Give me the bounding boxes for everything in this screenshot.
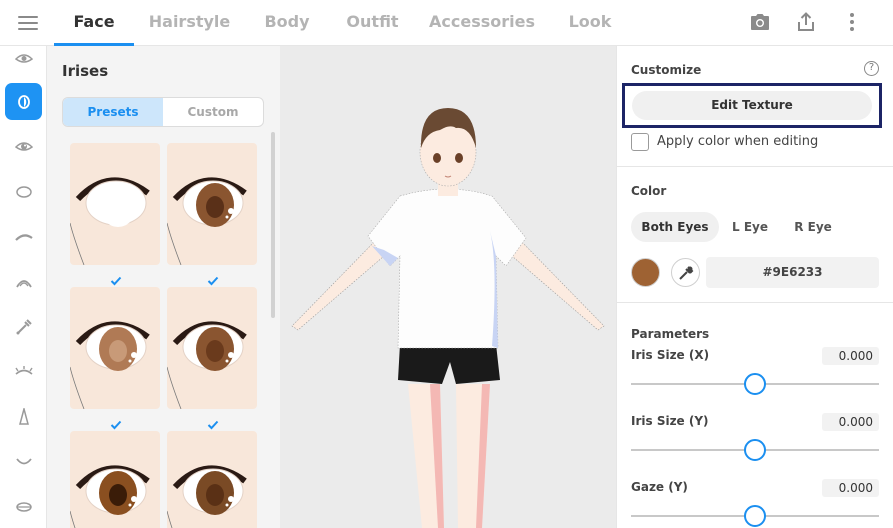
edit-texture-highlight: Edit Texture	[622, 83, 882, 128]
iris-preview	[167, 465, 247, 528]
mouth-icon[interactable]	[5, 443, 42, 480]
parameter-label: Iris Size (Y)	[631, 414, 709, 428]
divider	[617, 302, 893, 303]
parameter-label: Iris Size (X)	[631, 348, 710, 362]
edit-texture-button[interactable]: Edit Texture	[632, 91, 872, 120]
iris-preset-thumbnail[interactable]	[167, 431, 257, 528]
tab-body[interactable]: Body	[245, 0, 329, 46]
eyedropper-icon[interactable]	[671, 258, 700, 287]
apply-color-label: Apply color when editing	[657, 134, 819, 149]
apply-color-checkbox[interactable]	[631, 133, 649, 151]
eyelash-icon[interactable]	[5, 263, 42, 300]
face-shape-icon[interactable]	[5, 173, 42, 210]
tab-face[interactable]: Face	[54, 0, 134, 46]
parameter-label: Gaze (Y)	[631, 480, 688, 494]
slider-knob[interactable]	[744, 505, 766, 527]
selected-check-icon	[110, 415, 122, 430]
top-actions	[749, 10, 863, 34]
tab-accessories[interactable]: Accessories	[416, 0, 548, 46]
slider-knob[interactable]	[744, 439, 766, 461]
parameter-value-field[interactable]: 0.000	[822, 479, 879, 497]
slider-knob[interactable]	[744, 373, 766, 395]
hex-color-field[interactable]: #9E6233	[706, 257, 879, 288]
selected-check-icon	[207, 415, 219, 430]
preset-custom-toggle: Presets Custom	[62, 97, 264, 127]
irises-panel: Irises Presets Custom	[47, 46, 280, 528]
divider	[617, 166, 893, 167]
tab-look[interactable]: Look	[548, 0, 632, 46]
both-eyes-tab[interactable]: Both Eyes	[631, 212, 719, 242]
category-tabs: Face Hairstyle Body Outfit Accessories L…	[54, 0, 632, 46]
color-title: Color	[631, 184, 667, 198]
avatar-viewport[interactable]	[280, 46, 616, 528]
right-eye-tab[interactable]: R Eye	[787, 212, 839, 242]
customize-panel: Customize ? Edit Texture Apply color whe…	[616, 46, 893, 528]
panel-title: Irises	[62, 62, 109, 80]
tab-outfit[interactable]: Outfit	[329, 0, 416, 46]
selected-check-icon	[207, 271, 219, 286]
iris-preview	[70, 465, 150, 528]
parameters-title: Parameters	[631, 327, 710, 341]
parameter-value-field[interactable]: 0.000	[822, 347, 879, 365]
custom-segment[interactable]: Custom	[163, 98, 263, 126]
iris-preset-thumbnail[interactable]	[70, 287, 160, 409]
iris-preset-thumbnail[interactable]	[167, 287, 257, 409]
camera-icon[interactable]	[749, 10, 771, 34]
iris-preview	[70, 177, 150, 265]
avatar-model	[291, 108, 605, 528]
eyedropper-makeup-icon[interactable]	[5, 308, 42, 345]
customize-title: Customize	[631, 63, 702, 77]
top-bar: Face Hairstyle Body Outfit Accessories L…	[0, 0, 893, 46]
hamburger-menu-icon[interactable]	[16, 12, 40, 34]
iris-preset-thumbnail[interactable]	[70, 143, 160, 265]
lips-icon[interactable]	[5, 488, 42, 525]
panel-scrollbar[interactable]	[271, 132, 275, 318]
color-swatch[interactable]	[631, 258, 660, 287]
selected-check-icon	[110, 271, 122, 286]
share-icon[interactable]	[795, 10, 817, 34]
presets-segment[interactable]: Presets	[63, 98, 163, 126]
eye-highlight-icon[interactable]	[5, 128, 42, 165]
parameter-value-field[interactable]: 0.000	[822, 413, 879, 431]
iris-preset-thumbnail[interactable]	[70, 431, 160, 528]
app-window: Face Hairstyle Body Outfit Accessories L…	[0, 0, 893, 528]
face-part-rail	[0, 46, 47, 528]
left-eye-tab[interactable]: L Eye	[725, 212, 775, 242]
tab-hairstyle[interactable]: Hairstyle	[134, 0, 245, 46]
help-icon[interactable]: ?	[864, 61, 879, 76]
iris-preview	[70, 321, 150, 409]
iris-icon[interactable]	[5, 83, 42, 120]
eye-outline-icon[interactable]	[5, 40, 42, 77]
eyebrow-icon[interactable]	[5, 218, 42, 255]
iris-preset-thumbnail[interactable]	[167, 143, 257, 265]
iris-preview	[167, 177, 247, 265]
lower-lash-icon[interactable]	[5, 353, 42, 390]
iris-preview	[167, 321, 247, 409]
nose-icon[interactable]	[5, 398, 42, 435]
more-vertical-icon[interactable]	[841, 10, 863, 34]
